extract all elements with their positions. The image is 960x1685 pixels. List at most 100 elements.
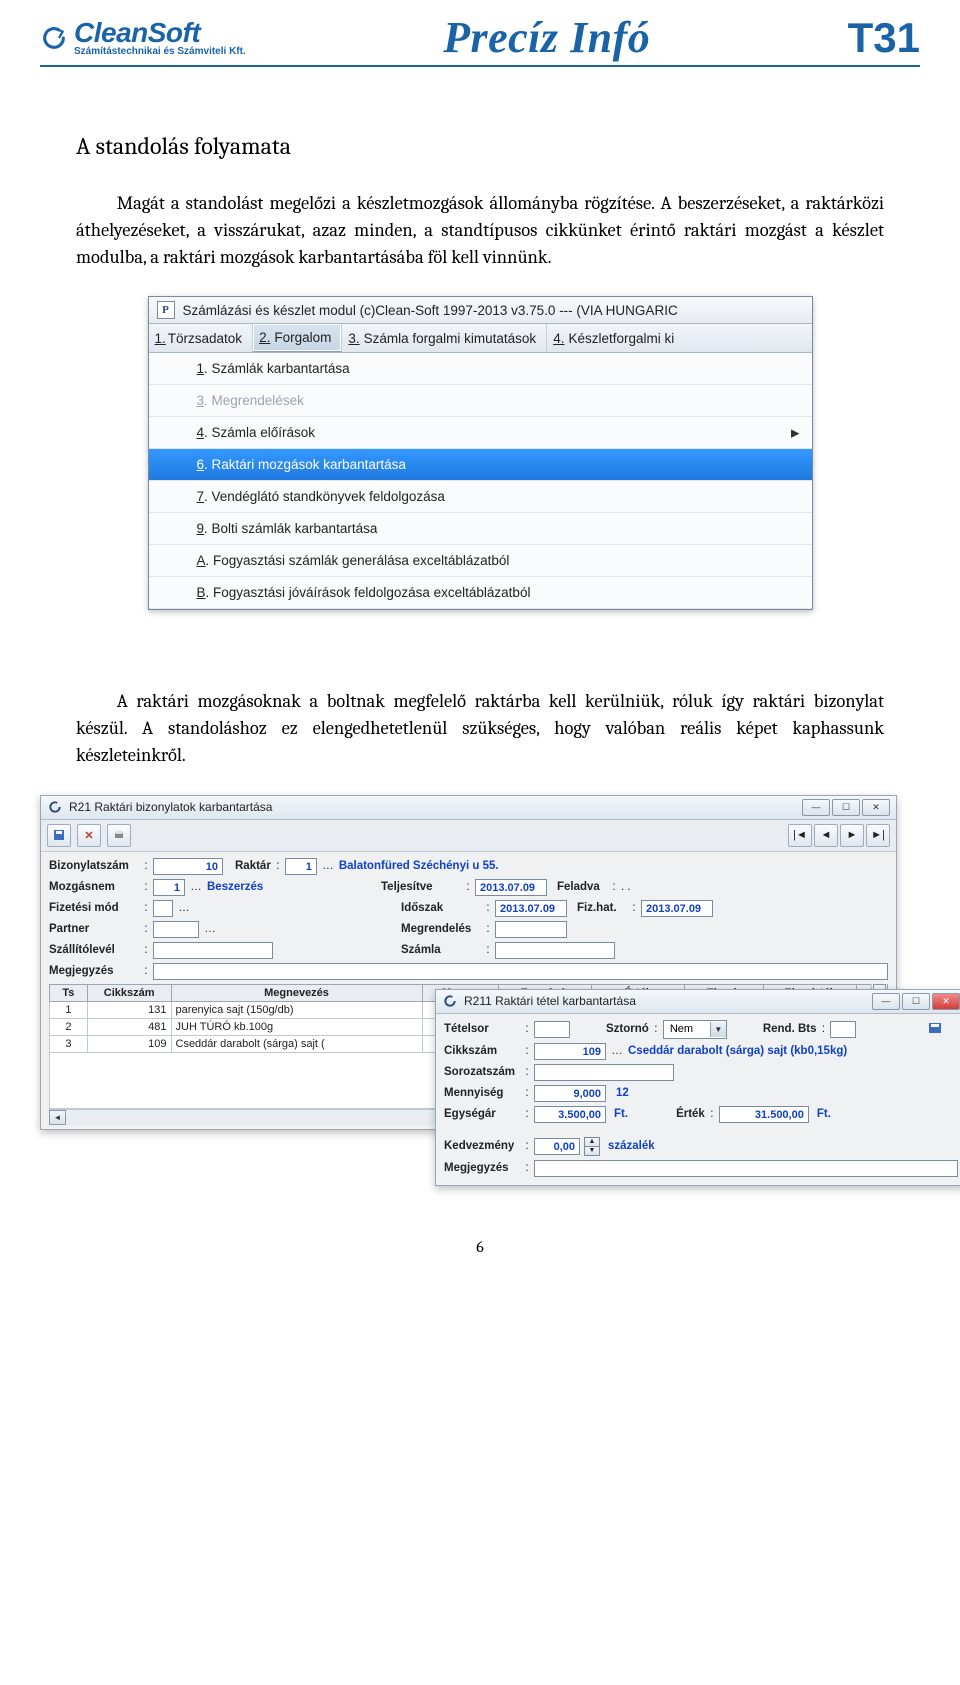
megjegyzes-label: Megjegyzés — [49, 965, 139, 977]
cikk-text: Cseddár darabolt (sárga) sajt (kb0,15kg) — [628, 1045, 847, 1057]
megjegyzes-field[interactable] — [153, 963, 888, 980]
logo: CleanSoft Számítástechnikai és Számvitel… — [40, 19, 246, 57]
fizhat-field[interactable]: 2013.07.09 — [641, 900, 713, 917]
ft-label: Ft. — [614, 1108, 628, 1120]
fizetesi-field[interactable] — [153, 900, 173, 917]
raktar-field[interactable]: 1 — [285, 858, 317, 875]
col-header[interactable]: Cikkszám — [87, 984, 171, 1001]
menny-field[interactable]: 9,000 — [534, 1085, 606, 1102]
col-header[interactable]: Megnevezés — [171, 984, 422, 1001]
tab-hotkey: 2. — [259, 330, 270, 345]
megj2-label: Megjegyzés — [444, 1162, 520, 1174]
menu-item-5[interactable]: 9. Bolti számlák karbantartása — [149, 513, 812, 545]
nav-prev-button[interactable]: ◄ — [814, 824, 838, 847]
cikkszam-label: Cikkszám — [444, 1045, 520, 1057]
bizonylatszam-field[interactable]: 10 — [153, 858, 223, 875]
save-button[interactable] — [47, 824, 71, 847]
page-code: T31 — [848, 14, 920, 62]
col-header[interactable]: Ts — [50, 984, 88, 1001]
szallito-field[interactable] — [153, 942, 273, 959]
menu-item-4[interactable]: 7. Vendéglátó standkönyvek feldolgozása — [149, 481, 812, 513]
app-icon — [442, 993, 458, 1009]
r21-title: R21 Raktári bizonylatok karbantartása — [69, 800, 796, 814]
teljesitve-field[interactable]: 2013.07.09 — [475, 879, 547, 896]
minimize-button[interactable]: — — [802, 799, 830, 816]
close-button[interactable]: ✕ — [862, 799, 890, 816]
delete-button[interactable]: ✕ — [77, 824, 101, 847]
menny-label: Mennyiség — [444, 1087, 520, 1099]
page-number: 6 — [40, 1238, 920, 1256]
megrendeles-field[interactable] — [495, 921, 567, 938]
sztorno-dropdown[interactable]: Nem▼ — [663, 1020, 727, 1039]
tab-forgalom[interactable]: 2. Forgalom — [253, 324, 342, 352]
rendbts-field[interactable] — [830, 1021, 856, 1038]
fizetesi-label: Fizetési mód — [49, 902, 139, 914]
ft-label-2: Ft. — [817, 1108, 831, 1120]
mozgasnem-field[interactable]: 1 — [153, 879, 185, 896]
ertek-field[interactable]: 31.500,00 — [719, 1106, 809, 1123]
spinner[interactable]: ▲ ▼ — [584, 1137, 600, 1156]
minimize-button[interactable]: — — [872, 993, 900, 1010]
save-button[interactable] — [928, 1022, 958, 1037]
partner-field[interactable] — [153, 921, 199, 938]
mozgasnem-text: Beszerzés — [207, 881, 377, 893]
egysegar-field[interactable]: 3.500,00 — [534, 1106, 606, 1123]
window-r211: R211 Raktári tétel karbantartása — ☐ ✕ T… — [435, 989, 960, 1186]
nav-last-button[interactable]: ►| — [866, 824, 890, 847]
feladva-label: Feladva — [557, 881, 607, 893]
r211-title: R211 Raktári tétel karbantartása — [464, 994, 866, 1008]
bizonylatszam-label: Bizonylatszám — [49, 860, 139, 872]
maximize-button[interactable]: ☐ — [902, 993, 930, 1010]
sorozat-label: Sorozatszám — [444, 1066, 520, 1078]
close-button[interactable]: ✕ — [932, 993, 960, 1010]
print-button[interactable] — [107, 824, 131, 847]
tetelsor-field[interactable] — [534, 1021, 570, 1038]
screenshot-menu: P Számlázási és készlet modul (c)Clean-S… — [148, 296, 813, 610]
kedv-field[interactable]: 0,00 — [534, 1138, 580, 1155]
tab-torzsadatok[interactable]: 1.Törzsadatok — [149, 324, 254, 352]
tab-szamla-forgalmi[interactable]: 3. Számla forgalmi kimutatások — [342, 324, 547, 352]
r211-titlebar[interactable]: R211 Raktári tétel karbantartása — ☐ ✕ — [436, 990, 960, 1014]
maximize-button[interactable]: ☐ — [832, 799, 860, 816]
logo-icon — [40, 24, 68, 52]
menu-item-6[interactable]: A. Fogyasztási számlák generálása excelt… — [149, 545, 812, 577]
egysegar-label: Egységár — [444, 1108, 520, 1120]
page-header: CleanSoft Számítástechnikai és Számvitel… — [40, 12, 920, 67]
ertek-label: Érték — [676, 1108, 705, 1120]
szamla-field[interactable] — [495, 942, 615, 959]
menu-item-3[interactable]: 6. Raktári mozgások karbantartása — [149, 449, 812, 481]
tab-hotkey: 1. — [155, 331, 166, 346]
megrendeles-label: Megrendelés — [401, 923, 481, 935]
idoszak-field[interactable]: 2013.07.09 — [495, 900, 567, 917]
menu-item-2[interactable]: 4. Számla előírások▶ — [149, 417, 812, 449]
chevron-down-icon: ▼ — [710, 1022, 726, 1037]
submenu: 1. Számlák karbantartása3. Megrendelések… — [149, 353, 812, 609]
sztorno-label: Sztornó — [606, 1023, 649, 1035]
teljesitve-label: Teljesítve — [381, 881, 461, 893]
szazalek-label: százalék — [608, 1140, 655, 1152]
tab-keszletforgalmi[interactable]: 4. Készletforgalmi ki — [547, 324, 684, 352]
window-title: Számlázási és készlet modul (c)Clean-Sof… — [183, 303, 678, 318]
sztorno-value: Nem — [664, 1023, 710, 1035]
nav-next-button[interactable]: ► — [840, 824, 864, 847]
raktar-text: Balatonfüred Széchényi u 55. — [339, 860, 499, 872]
tab-label: Számla forgalmi kimutatások — [364, 331, 537, 346]
tab-label: Forgalom — [274, 330, 331, 345]
spin-up-icon: ▲ — [585, 1138, 599, 1147]
menu-item-7[interactable]: B. Fogyasztási jóváírások feldolgozása e… — [149, 577, 812, 609]
paragraph-2-text: A raktári mozgásoknak a boltnak megfelel… — [76, 690, 884, 766]
scroll-left-button[interactable]: ◄ — [49, 1110, 66, 1125]
unit-text: 12 — [616, 1087, 629, 1099]
fizhat-label: Fiz.hat. — [577, 902, 627, 914]
screenshot-forms: R21 Raktári bizonylatok karbantartása — … — [40, 795, 920, 1210]
paragraph-1-text: Magát a standolást megelőzi a készletmoz… — [76, 192, 884, 268]
kedv-label: Kedvezmény — [444, 1140, 520, 1152]
menu-item-0[interactable]: 1. Számlák karbantartása — [149, 353, 812, 385]
cikkszam-field[interactable]: 109 — [534, 1043, 606, 1060]
megj2-field[interactable] — [534, 1160, 958, 1177]
r21-titlebar[interactable]: R21 Raktári bizonylatok karbantartása — … — [41, 796, 896, 820]
spin-down-icon: ▼ — [585, 1147, 599, 1155]
r21-toolbar: ✕ |◄ ◄ ► ►| — [41, 820, 896, 852]
nav-first-button[interactable]: |◄ — [788, 824, 812, 847]
sorozat-field[interactable] — [534, 1064, 674, 1081]
